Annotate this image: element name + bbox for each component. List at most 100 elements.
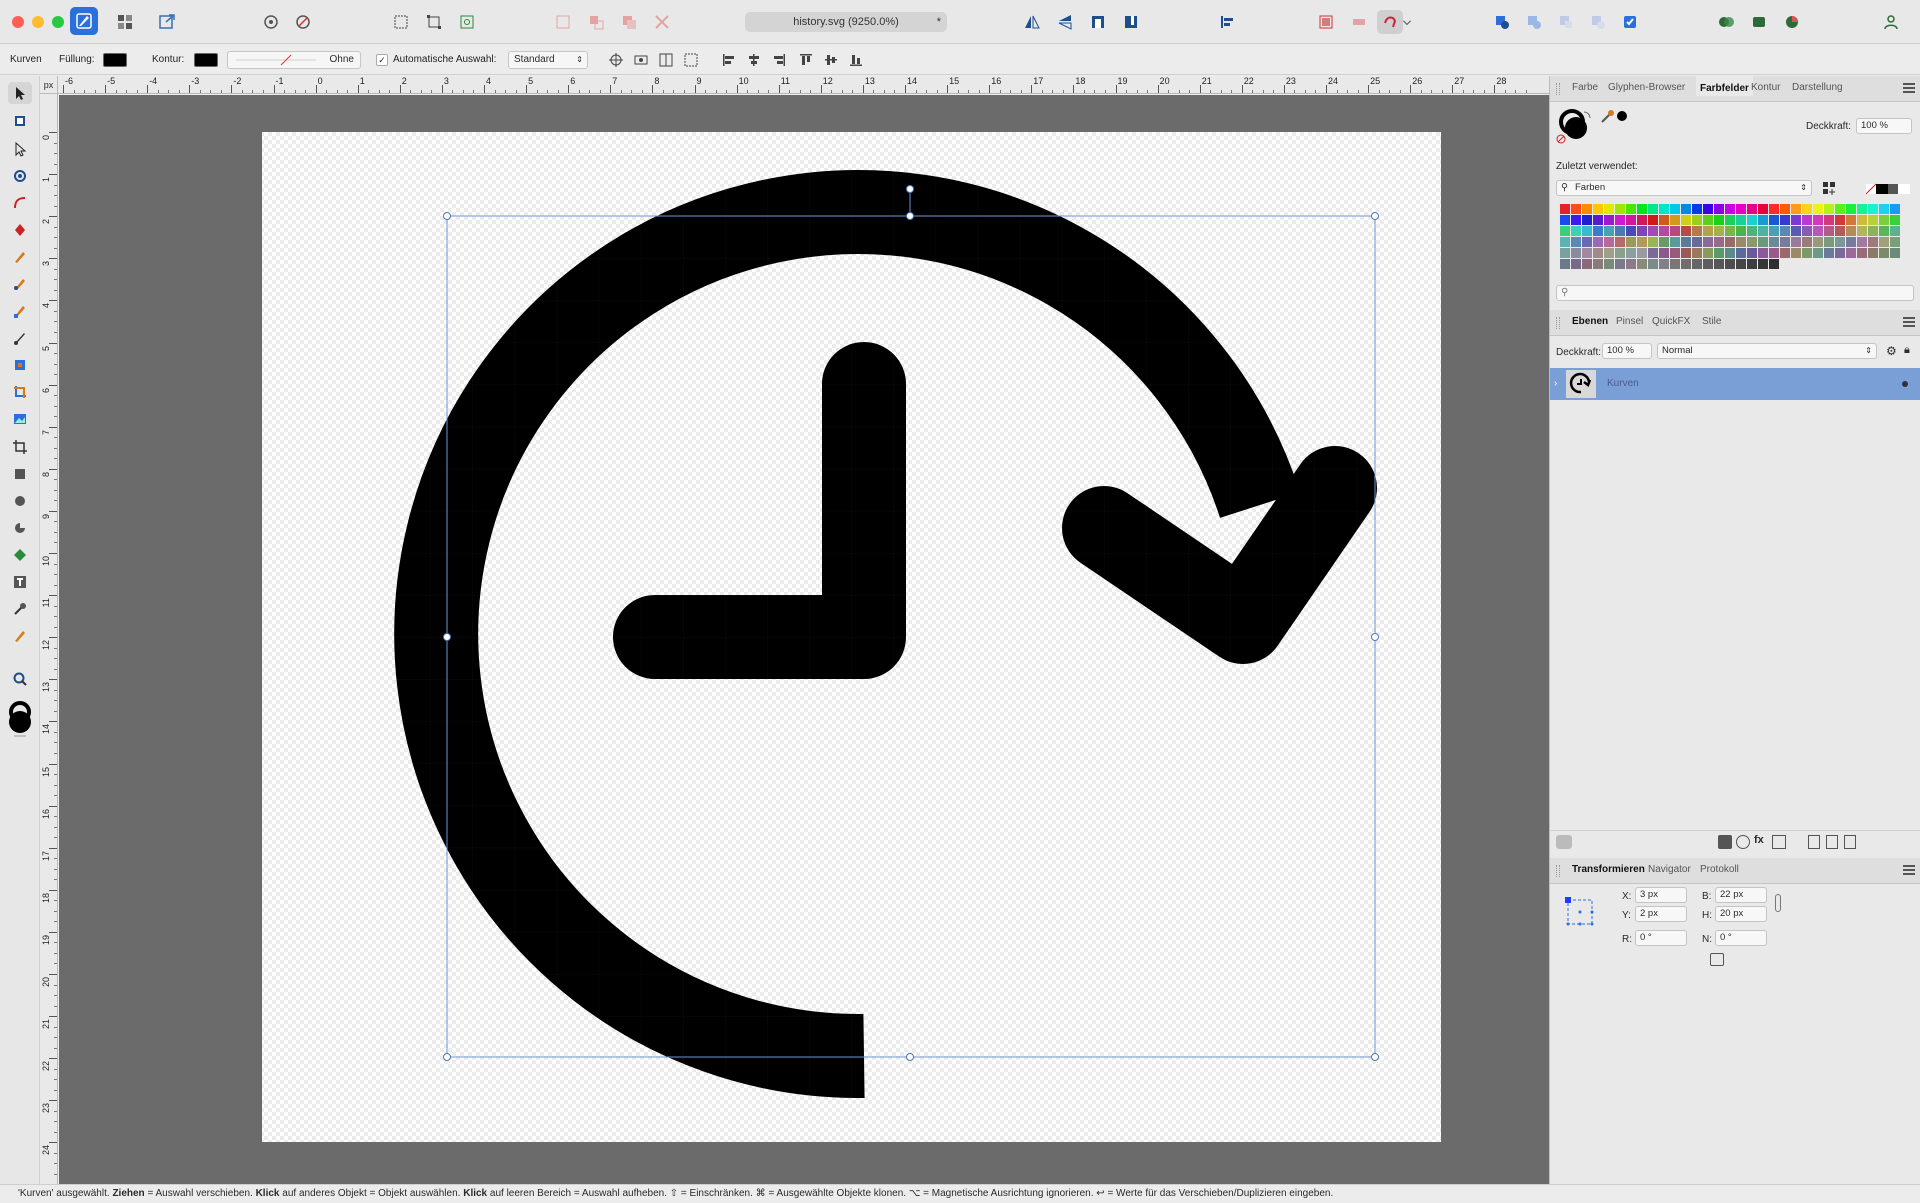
color-swatch[interactable] (1648, 259, 1658, 269)
color-swatch[interactable] (1593, 215, 1603, 225)
align-left-icon[interactable] (719, 51, 739, 69)
color-swatch[interactable] (1714, 259, 1724, 269)
color-swatch[interactable] (1725, 237, 1735, 247)
anchor-point-selector[interactable] (1564, 896, 1596, 928)
fx-icon[interactable]: fx (1754, 834, 1764, 846)
color-swatch[interactable] (1846, 204, 1856, 214)
color-swatch[interactable] (1681, 226, 1691, 236)
pixel-persona-icon[interactable] (112, 10, 138, 34)
color-swatch[interactable] (1835, 248, 1845, 258)
tab-color[interactable]: Farbe (1572, 82, 1598, 93)
color-swatch[interactable] (1714, 226, 1724, 236)
color-swatch[interactable] (1582, 259, 1592, 269)
fill-stroke-color-icon[interactable] (6, 700, 34, 740)
insert-behind-icon[interactable] (1521, 10, 1547, 34)
color-swatch[interactable] (1780, 237, 1790, 247)
resize-handle[interactable] (1371, 633, 1379, 641)
color-swatch[interactable] (1648, 237, 1658, 247)
trash-icon[interactable] (1844, 835, 1856, 849)
personas-share-icon[interactable] (1713, 10, 1739, 34)
fill-swatch[interactable] (103, 53, 127, 67)
color-swatch[interactable] (1670, 215, 1680, 225)
color-swatch[interactable] (1857, 204, 1867, 214)
group-icon[interactable] (550, 10, 576, 34)
color-swatch[interactable] (1604, 204, 1614, 214)
color-swatch[interactable] (1736, 259, 1746, 269)
color-swatch[interactable] (1604, 237, 1614, 247)
color-swatch[interactable] (1813, 237, 1823, 247)
color-swatch[interactable] (1560, 237, 1570, 247)
color-swatch[interactable] (1582, 204, 1592, 214)
color-swatch[interactable] (1615, 248, 1625, 258)
node-tool-icon[interactable] (8, 138, 32, 160)
eyedropper-icon[interactable] (1600, 108, 1628, 124)
color-swatch[interactable] (1703, 215, 1713, 225)
height-field[interactable]: 20 px (1715, 906, 1767, 922)
tab-layers[interactable]: Ebenen (1572, 316, 1608, 327)
pen-tool-icon[interactable] (8, 219, 32, 241)
color-swatch[interactable] (1604, 259, 1614, 269)
color-swatch[interactable] (1626, 215, 1636, 225)
corner-tool-icon[interactable] (8, 192, 32, 214)
color-swatch[interactable] (1681, 215, 1691, 225)
color-swatch[interactable] (1648, 226, 1658, 236)
color-swatch[interactable] (1868, 204, 1878, 214)
fill-tool-icon[interactable] (8, 300, 32, 322)
color-swatch[interactable] (1582, 248, 1592, 258)
tab-appearance[interactable]: Darstellung (1792, 82, 1843, 93)
lock-icon[interactable]: 🔒︎ (1904, 344, 1910, 357)
tab-quickfx[interactable]: QuickFX (1652, 316, 1690, 327)
color-swatch[interactable] (1571, 248, 1581, 258)
color-swatch[interactable] (1626, 204, 1636, 214)
adjustment-icon[interactable] (1736, 835, 1750, 849)
color-swatch[interactable] (1890, 226, 1900, 236)
color-swatch[interactable] (1890, 215, 1900, 225)
color-swatch[interactable] (1659, 259, 1669, 269)
color-swatch[interactable] (1758, 248, 1768, 258)
color-swatch[interactable] (1560, 215, 1570, 225)
color-swatch[interactable] (1692, 226, 1702, 236)
color-swatch[interactable] (1714, 237, 1724, 247)
color-swatch[interactable] (1571, 204, 1581, 214)
layer-visibility-icon[interactable] (1902, 381, 1908, 387)
color-swatch[interactable] (1659, 248, 1669, 258)
layer-opacity-field[interactable]: 100 % (1602, 343, 1652, 359)
color-swatch[interactable] (1846, 226, 1856, 236)
minimize-window-button[interactable] (32, 16, 44, 28)
color-swatch[interactable] (1560, 259, 1570, 269)
designer-persona-icon[interactable] (70, 7, 98, 35)
color-swatch[interactable] (1626, 226, 1636, 236)
color-swatch[interactable] (1703, 204, 1713, 214)
boolean-intersect-icon[interactable] (1377, 10, 1403, 34)
rotation-field[interactable]: 0 ° (1635, 930, 1687, 946)
color-swatch[interactable] (1846, 248, 1856, 258)
color-swatch[interactable] (1703, 259, 1713, 269)
transform-options-icon[interactable] (1710, 953, 1724, 966)
color-swatch[interactable] (1725, 226, 1735, 236)
color-swatch[interactable] (1857, 215, 1867, 225)
color-swatch[interactable] (1769, 237, 1779, 247)
layer-group-icon[interactable] (1772, 835, 1786, 849)
align-bottom-icon[interactable] (846, 51, 866, 69)
move-tool-icon[interactable] (8, 82, 32, 104)
color-swatch[interactable] (1780, 215, 1790, 225)
duplicate-layer-icon[interactable] (1826, 835, 1838, 849)
color-swatch[interactable] (1637, 259, 1647, 269)
panel-menu-icon[interactable] (1903, 317, 1915, 327)
color-swatch[interactable] (1604, 226, 1614, 236)
snap-to-grid-icon[interactable] (454, 10, 480, 34)
assistant-icon[interactable] (290, 10, 316, 34)
color-swatch[interactable] (1593, 259, 1603, 269)
color-swatch[interactable] (1637, 204, 1647, 214)
width-field[interactable]: 22 px (1715, 887, 1767, 903)
stroke-swatch[interactable] (194, 53, 218, 67)
color-swatch[interactable] (1692, 237, 1702, 247)
color-swatch[interactable] (1747, 215, 1757, 225)
color-swatch[interactable] (1791, 226, 1801, 236)
color-swatch[interactable] (1868, 237, 1878, 247)
arrange-back-icon[interactable] (649, 10, 675, 34)
panel-grip-icon[interactable] (1556, 865, 1560, 877)
bounding-box-icon[interactable] (631, 51, 651, 69)
grid-icon[interactable] (681, 51, 701, 69)
color-swatch[interactable] (1560, 248, 1570, 258)
